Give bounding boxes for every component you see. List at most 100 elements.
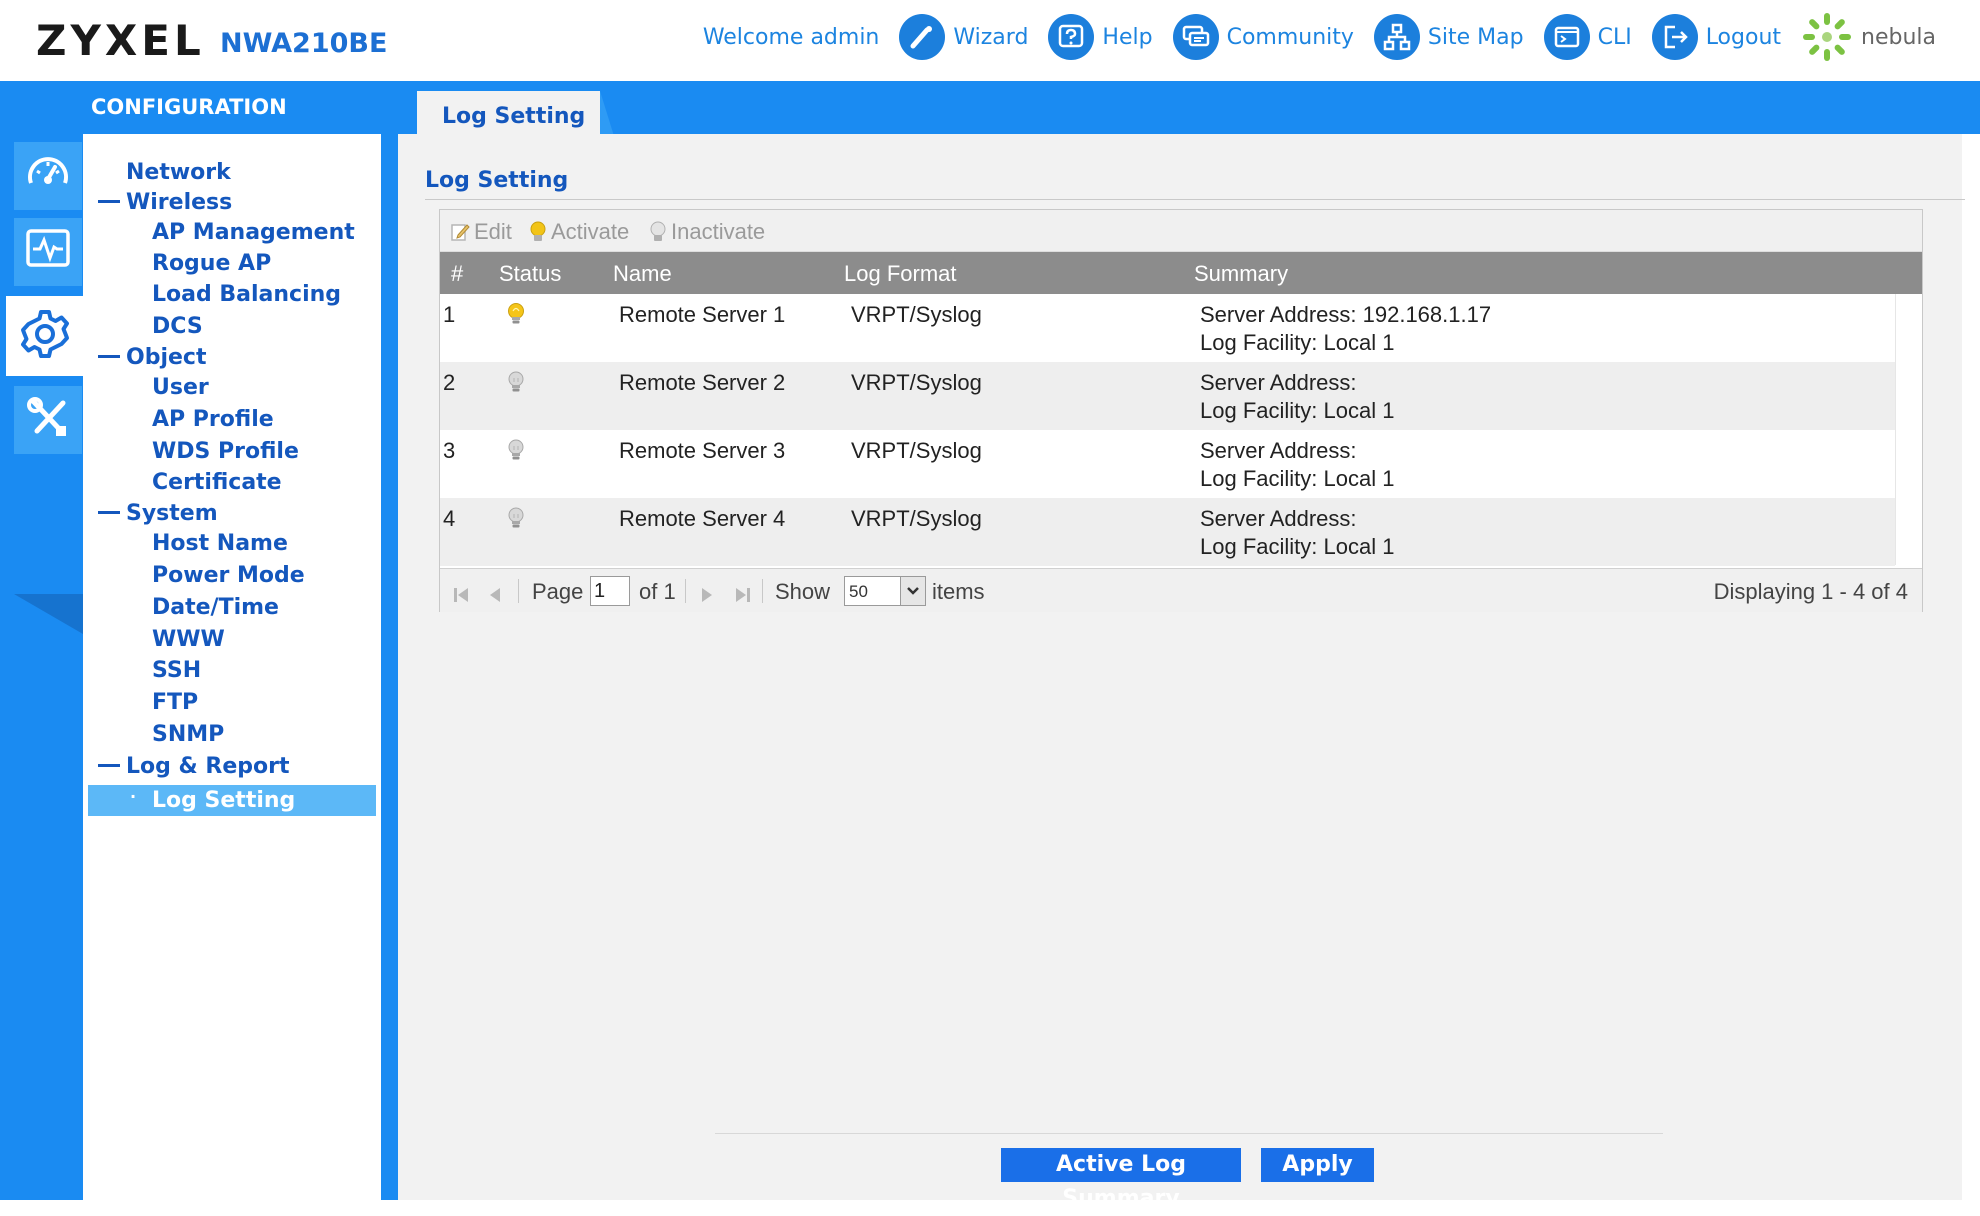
configuration-button[interactable] — [6, 296, 83, 376]
row-name: Remote Server 3 — [619, 438, 786, 463]
sidebar-item-dcs[interactable]: DCS — [152, 314, 203, 339]
cli-link[interactable]: CLI — [1543, 14, 1632, 60]
row-number: 4 — [443, 506, 456, 531]
maintenance-icon — [23, 393, 73, 448]
sidebar-item-user[interactable]: User — [152, 375, 209, 400]
bullet-icon: · — [130, 787, 137, 806]
next-page-icon[interactable] — [700, 583, 714, 609]
wizard-icon — [899, 14, 946, 60]
sidebar-item-ap-management[interactable]: AP Management — [152, 220, 355, 245]
help-label: Help — [1102, 24, 1153, 50]
row-summary-address: Server Address: 192.168.1.17 — [1200, 302, 1492, 327]
monitor-button[interactable] — [14, 218, 82, 286]
prev-page-icon[interactable] — [488, 583, 502, 609]
last-page-icon[interactable] — [734, 583, 752, 609]
first-page-icon[interactable] — [452, 583, 470, 609]
help-link[interactable]: Help — [1048, 14, 1153, 60]
cli-label: CLI — [1597, 24, 1632, 50]
status-inactive-icon — [507, 370, 525, 400]
activate-button[interactable]: Activate — [529, 219, 629, 245]
rail-shadow — [14, 594, 83, 634]
community-link[interactable]: Community — [1172, 14, 1354, 60]
pager-separator — [762, 579, 763, 603]
row-number: 3 — [443, 438, 456, 463]
icon-rail — [0, 134, 83, 1200]
sidebar-item-date-time[interactable]: Date/Time — [152, 595, 279, 620]
collapse-icon — [98, 354, 120, 358]
model-name: NWA210BE — [220, 28, 388, 59]
status-inactive-icon — [507, 438, 525, 468]
sidebar-item-www[interactable]: WWW — [152, 627, 225, 652]
edit-button[interactable]: Edit — [450, 219, 512, 245]
section-divider — [425, 199, 1965, 200]
column-header-name[interactable]: Name — [613, 261, 672, 287]
bottom-divider — [715, 1133, 1663, 1134]
sidebar-item-load-balancing[interactable]: Load Balancing — [152, 282, 341, 307]
sidebar-group-log-report[interactable]: Log & Report — [98, 754, 289, 779]
pager-separator — [685, 579, 686, 603]
row-log-format: VRPT/Syslog — [851, 506, 982, 531]
dropdown-arrow-icon[interactable] — [900, 576, 926, 606]
row-summary-facility: Log Facility: Local 1 — [1200, 466, 1395, 491]
tab-log-setting[interactable]: Log Setting — [417, 91, 600, 136]
table-row[interactable]: 1 Remote Server 1 VRPT/Syslog Server Add… — [440, 294, 1895, 362]
monitor-icon — [23, 225, 73, 280]
sidebar-item-rogue-ap[interactable]: Rogue AP — [152, 251, 271, 276]
dashboard-button[interactable] — [14, 142, 82, 210]
apply-button[interactable]: Apply — [1261, 1148, 1374, 1182]
cli-icon — [1543, 14, 1590, 60]
sitemap-label: Site Map — [1427, 24, 1524, 50]
table-row[interactable]: 4 Remote Server 4 VRPT/Syslog Server Add… — [440, 498, 1895, 566]
sidebar-group-wireless[interactable]: Wireless — [98, 190, 232, 215]
sidebar-item-ssh[interactable]: SSH — [152, 658, 201, 683]
collapse-icon — [98, 763, 120, 767]
column-header-status[interactable]: Status — [499, 261, 561, 287]
section-title: Log Setting — [425, 168, 569, 193]
sidebar-item-certificate[interactable]: Certificate — [152, 470, 282, 495]
logout-label: Logout — [1705, 24, 1782, 50]
wizard-link[interactable]: Wizard — [899, 14, 1028, 60]
top-nav: Welcome admin Wizard Help Community Site… — [703, 10, 1936, 64]
sidebar-item-ftp[interactable]: FTP — [152, 690, 198, 715]
row-summary-address: Server Address: — [1200, 438, 1357, 463]
nebula-icon — [1801, 11, 1853, 63]
configuration-title: CONFIGURATION — [91, 95, 287, 119]
active-log-summary-button[interactable]: Active Log Summary — [1001, 1148, 1241, 1211]
table-row[interactable]: 3 Remote Server 3 VRPT/Syslog Server Add… — [440, 430, 1895, 498]
page-size-select[interactable]: 50 — [844, 576, 902, 606]
sidebar-item-wds-profile[interactable]: WDS Profile — [152, 439, 299, 464]
sidebar-item-power-mode[interactable]: Power Mode — [152, 563, 305, 588]
status-active-icon — [507, 302, 525, 332]
row-name: Remote Server 2 — [619, 370, 786, 395]
items-label: items — [932, 579, 985, 604]
nebula-link[interactable]: nebula — [1801, 11, 1936, 63]
table-row[interactable]: 2 Remote Server 2 VRPT/Syslog Server Add… — [440, 362, 1895, 430]
help-icon — [1048, 14, 1095, 60]
community-icon — [1172, 14, 1219, 60]
page-of-label: of 1 — [639, 579, 676, 604]
table-toolbar: Edit Activate Inactivate — [440, 210, 1922, 252]
maintenance-button[interactable] — [14, 386, 82, 454]
status-inactive-icon — [507, 506, 525, 536]
page-label: Page — [532, 579, 584, 604]
sidebar-item-ap-profile[interactable]: AP Profile — [152, 407, 274, 432]
sidebar-item-snmp[interactable]: SNMP — [152, 722, 224, 747]
sitemap-link[interactable]: Site Map — [1373, 14, 1524, 60]
column-header-num[interactable]: # — [451, 261, 463, 287]
sidebar-group-system[interactable]: System — [98, 501, 218, 526]
sidebar-group-object[interactable]: Object — [98, 345, 206, 370]
sidebar-group-network[interactable]: Network — [126, 160, 231, 185]
show-label: Show — [775, 579, 831, 604]
sidebar-item-log-setting[interactable]: · Log Setting — [88, 785, 376, 816]
row-log-format: VRPT/Syslog — [851, 302, 982, 327]
table-scrollbar[interactable] — [1895, 294, 1922, 565]
logout-link[interactable]: Logout — [1651, 14, 1782, 60]
inactivate-button[interactable]: Inactivate — [649, 219, 765, 245]
column-header-summary[interactable]: Summary — [1194, 261, 1288, 287]
welcome-text: Welcome admin — [702, 24, 880, 50]
community-label: Community — [1226, 24, 1354, 50]
sidebar-item-host-name[interactable]: Host Name — [152, 531, 288, 556]
column-header-log-format[interactable]: Log Format — [844, 261, 957, 287]
logout-icon — [1651, 14, 1698, 60]
page-number-input[interactable] — [590, 576, 630, 606]
